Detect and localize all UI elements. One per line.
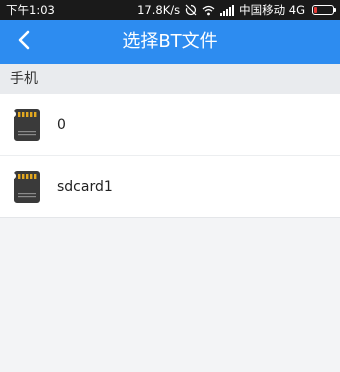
page-title: 选择BT文件 bbox=[122, 31, 218, 52]
chevron-left-icon bbox=[17, 30, 31, 54]
app-bar: 选择BT文件 bbox=[0, 20, 340, 64]
battery-level bbox=[314, 7, 317, 13]
list-item-label: sdcard1 bbox=[57, 179, 113, 195]
section-header: 手机 bbox=[0, 64, 340, 94]
sd-card-icon bbox=[14, 171, 40, 203]
back-button[interactable] bbox=[4, 22, 44, 62]
battery-icon bbox=[312, 5, 336, 15]
wifi-icon bbox=[202, 5, 215, 16]
status-time: 下午1:03 bbox=[6, 3, 55, 17]
list-item[interactable]: sdcard1 bbox=[0, 156, 340, 218]
list-item-label: 0 bbox=[57, 117, 66, 133]
section-title: 手机 bbox=[10, 71, 38, 87]
network-speed: 17.8K/s bbox=[137, 3, 181, 17]
status-bar: 下午1:03 17.8K/s 中国移动 4G bbox=[0, 0, 340, 20]
sd-card-icon bbox=[14, 109, 40, 141]
status-indicators: 17.8K/s 中国移动 4G bbox=[137, 0, 336, 20]
signal-icon bbox=[220, 4, 235, 16]
file-list: 0 sdcard1 bbox=[0, 94, 340, 218]
sync-off-icon bbox=[185, 4, 197, 16]
list-item[interactable]: 0 bbox=[0, 94, 340, 156]
carrier-label: 中国移动 4G bbox=[239, 3, 305, 17]
